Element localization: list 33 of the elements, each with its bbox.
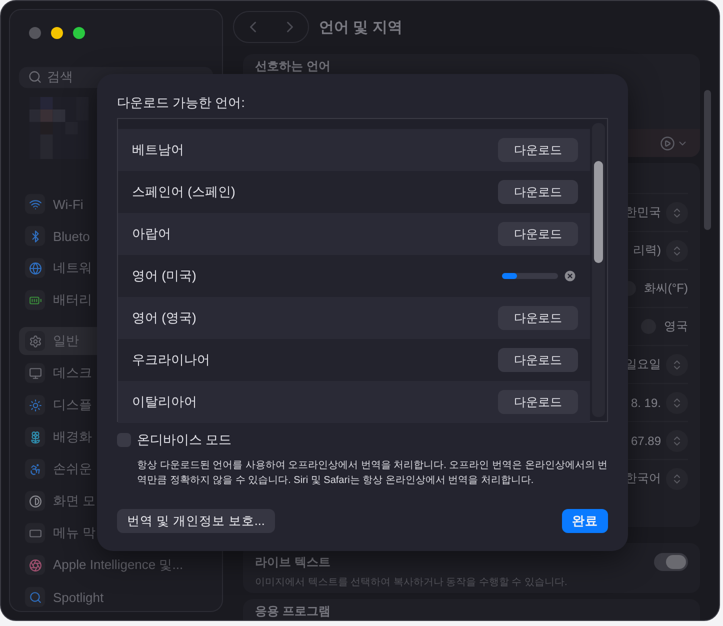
sidebar-item-label: 배경화	[53, 428, 92, 446]
language-name: 베트남어	[132, 141, 184, 159]
setting-value: 리력)	[633, 242, 661, 259]
setting-value: 8. 19.	[630, 396, 661, 410]
language-name: 스페인어 (스페인)	[132, 183, 236, 201]
language-name: 우크라이나어	[132, 351, 210, 369]
language-name: 이탈리아어	[132, 393, 197, 411]
description-text: 항상 다운로드된 언어를 사용하여 오프라인상에서 번역을 처리합니다. 오프라인 번역은 온라인상에서의 번역만큼 정확하지 않을 수 있습니다. Siri 및 Safari는 항상 온라인상에서 번역을 처리합니다.	[137, 459, 609, 488]
search-placeholder: 검색	[47, 68, 73, 86]
sidebar-item-label: 네트워	[53, 259, 92, 277]
sidebar-item-label: 배터리	[53, 291, 92, 309]
language-name: 영어 (영국)	[132, 309, 196, 327]
sidebar-item-label: 디스플	[53, 396, 92, 414]
sidebar-item-label: 데스크	[53, 364, 92, 382]
sidebar-item-label: 메뉴 막	[53, 524, 96, 542]
sidebar-item-label: Wi-Fi	[53, 196, 84, 212]
setting-value: 67.89	[630, 434, 661, 448]
sidebar-item-label: Blueto	[53, 228, 90, 244]
window-title: 언어 및 지역	[319, 18, 402, 36]
setting-title: 라이브 텍스트	[255, 554, 330, 570]
sidebar-item-label: Apple Intelligence 및...	[53, 556, 184, 574]
option-label: 영국	[664, 318, 688, 335]
checkbox-label: 온디바이스 모드	[137, 431, 232, 449]
language-name: 영어 (미국)	[132, 267, 196, 285]
sidebar-item-label: 화면 모	[53, 492, 96, 510]
option-label: 화씨(°F)	[644, 280, 688, 297]
language-name: 아랍어	[132, 225, 171, 243]
dialog-title: 다운로드 가능한 언어:	[117, 94, 246, 112]
section-heading: 선호하는 언어	[255, 58, 332, 75]
sidebar-item-label: Spotlight	[53, 590, 104, 604]
section-heading: 응용 프로그램	[255, 603, 332, 620]
sidebar-item-label: 손쉬운	[53, 460, 92, 478]
sidebar-item-label: 일반	[53, 332, 79, 350]
